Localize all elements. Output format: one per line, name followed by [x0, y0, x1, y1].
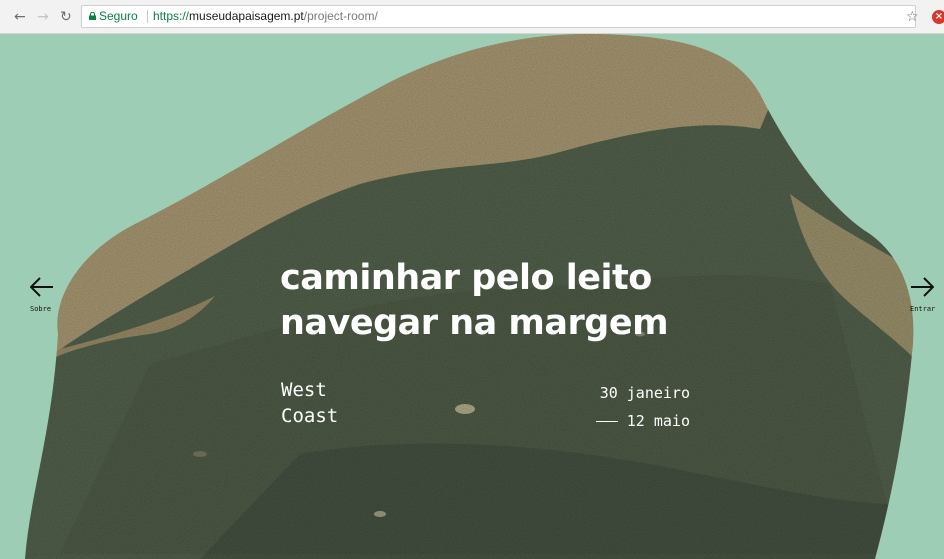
exhibition-title-line-1: caminhar pelo leito	[280, 258, 652, 298]
date-range-dash	[595, 421, 618, 422]
arrow-right-icon	[911, 277, 934, 297]
date-start: 30 janeiro	[599, 384, 690, 402]
secure-label: Seguro	[99, 9, 138, 23]
next-label: Entrar	[910, 305, 936, 313]
date-end-row: 12 maio	[580, 407, 690, 435]
back-arrow-icon[interactable]: ←	[14, 9, 26, 25]
forward-arrow-icon[interactable]: →	[37, 9, 49, 25]
venue-line-1: West	[281, 379, 327, 401]
url-text[interactable]: https://museudapaisagem.pt/project-room/	[153, 6, 378, 27]
url-path: /project-room/	[303, 9, 378, 23]
extension-icon[interactable]: ×	[932, 10, 944, 24]
reload-icon[interactable]: ↻	[60, 9, 72, 25]
url-scheme: https://	[153, 9, 190, 23]
venue-line-2: Coast	[281, 405, 339, 427]
prev-link-sobre[interactable]: Sobre	[30, 277, 54, 314]
lock-icon	[89, 12, 96, 20]
exhibition-title-line-2: navegar na margem	[280, 303, 669, 343]
url-host: museudapaisagem.pt	[189, 9, 304, 23]
url-separator	[147, 10, 148, 23]
arrow-left-icon	[30, 277, 53, 297]
date-end: 12 maio	[626, 412, 690, 430]
star-icon[interactable]: ☆	[906, 9, 919, 25]
next-link-entrar[interactable]: Entrar	[910, 277, 935, 314]
exhibition-dates: 30 janeiro 12 maio	[580, 379, 690, 435]
venue-name: West Coast	[281, 377, 338, 429]
page-hero: caminhar pelo leito navegar na margem We…	[0, 34, 944, 559]
browser-toolbar: ← → ↻ Seguro https://museudapaisagem.pt/…	[0, 0, 944, 34]
prev-label: Sobre	[30, 305, 52, 313]
address-bar[interactable]: Seguro https://museudapaisagem.pt/projec…	[81, 5, 916, 28]
exhibition-title: caminhar pelo leito navegar na margem	[280, 256, 740, 346]
